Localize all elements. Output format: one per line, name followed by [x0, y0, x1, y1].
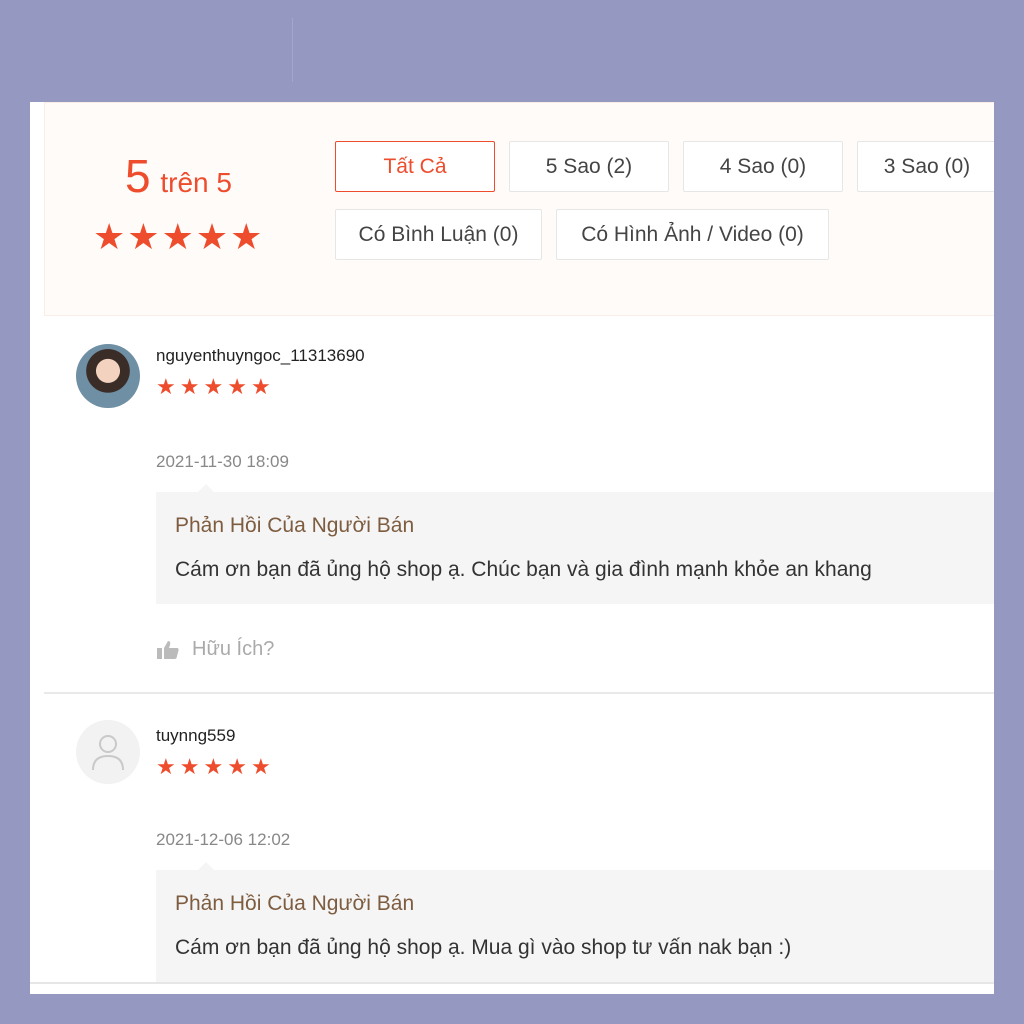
avatar[interactable]: [76, 720, 140, 784]
filter-all[interactable]: Tất Cả: [335, 141, 495, 192]
filter-3-star[interactable]: 3 Sao (0): [857, 141, 994, 192]
review-stars: ★ ★ ★ ★ ★: [156, 376, 271, 398]
review-username: nguyenthuyngoc_11313690: [156, 346, 365, 365]
seller-reply: Phản Hồi Của Người Bán Cám ơn bạn đã ủng…: [156, 484, 994, 604]
score-value: 5: [125, 150, 151, 202]
review-item: tuynng559 ★ ★ ★ ★ ★ 2021-12-06 12:02 Phả…: [44, 694, 994, 984]
star-icon: ★: [156, 754, 176, 779]
star-icon: ★: [127, 216, 160, 257]
seller-reply-title: Phản Hồi Của Người Bán: [175, 514, 415, 537]
star-icon: ★: [156, 374, 176, 399]
user-icon: [92, 735, 124, 771]
star-icon: ★: [93, 216, 126, 257]
filter-with-comments[interactable]: Có Bình Luận (0): [335, 209, 542, 260]
ratings-panel: 5 trên 5 ★ ★ ★ ★ ★ Tất Cả 5 Sao (2) 4 Sa…: [30, 102, 994, 994]
star-icon: ★: [195, 216, 229, 257]
star-icon: ★: [179, 374, 200, 399]
review-username: tuynng559: [156, 726, 236, 745]
seller-reply-text: Cám ơn bạn đã ủng hộ shop ạ. Chúc bạn và…: [175, 558, 872, 581]
score-out-of: trên 5: [160, 167, 232, 198]
review-timestamp: 2021-12-06 12:02: [156, 830, 291, 849]
star-icon: ★: [179, 754, 200, 779]
star-icon: ★: [227, 374, 247, 399]
average-score: 5 trên 5: [125, 149, 232, 203]
star-icon: ★: [230, 216, 263, 257]
seller-reply-text: Cám ơn bạn đã ủng hộ shop ạ. Mua gì vào …: [175, 936, 792, 959]
review-item: nguyenthuyngoc_11313690 ★ ★ ★ ★ ★ 2021-1…: [44, 316, 994, 694]
star-icon: ★: [227, 754, 247, 779]
overview-stars: ★ ★ ★ ★ ★: [93, 219, 262, 255]
thumbs-up-icon: [157, 640, 179, 659]
helpful-button[interactable]: Hữu Ích?: [156, 638, 274, 661]
star-icon: ★: [250, 754, 271, 779]
star-icon: ★: [203, 754, 224, 779]
panel-bottom-border: [30, 982, 994, 984]
filter-4-star[interactable]: 4 Sao (0): [683, 141, 843, 192]
seller-reply-title: Phản Hồi Của Người Bán: [175, 892, 415, 915]
avatar[interactable]: [76, 344, 140, 408]
filter-with-media[interactable]: Có Hình Ảnh / Video (0): [556, 209, 829, 260]
top-divider: [292, 18, 293, 82]
seller-reply: Phản Hồi Của Người Bán Cám ơn bạn đã ủng…: [156, 862, 994, 982]
star-icon: ★: [203, 374, 224, 399]
filter-5-star[interactable]: 5 Sao (2): [509, 141, 669, 192]
star-icon: ★: [161, 216, 194, 257]
rating-overview: 5 trên 5 ★ ★ ★ ★ ★ Tất Cả 5 Sao (2) 4 Sa…: [44, 102, 994, 316]
top-strip: [30, 18, 994, 102]
review-stars: ★ ★ ★ ★ ★: [156, 756, 271, 778]
helpful-label: Hữu Ích?: [192, 638, 275, 660]
review-timestamp: 2021-11-30 18:09: [156, 452, 289, 471]
star-icon: ★: [250, 374, 271, 399]
